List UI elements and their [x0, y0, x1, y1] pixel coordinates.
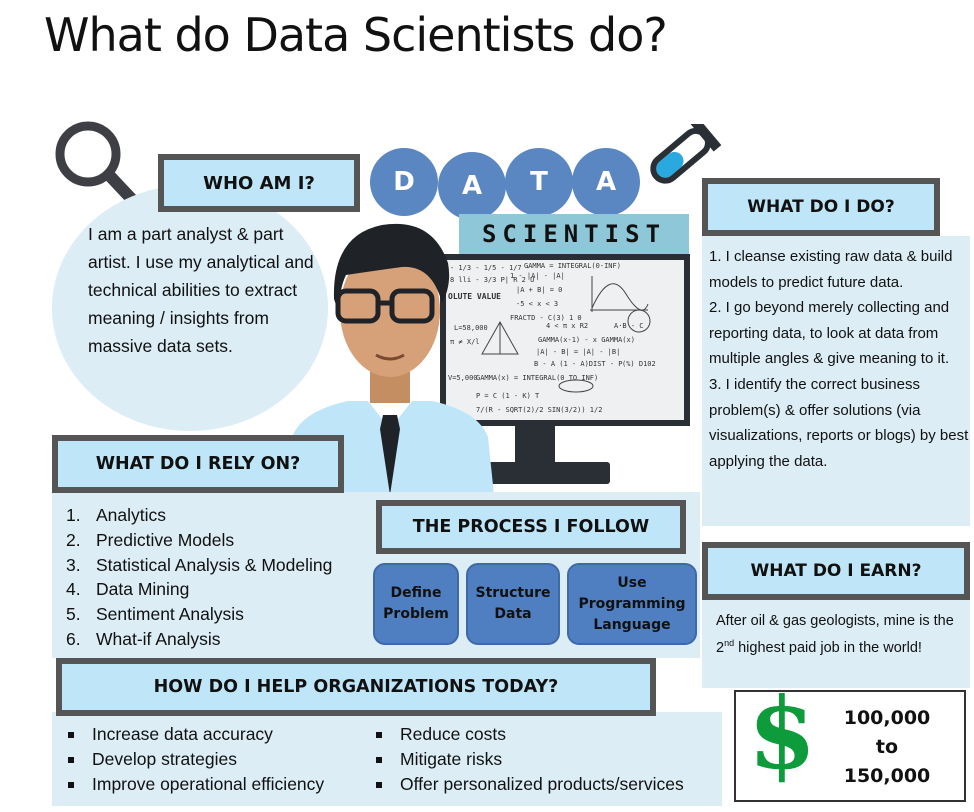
list-item: 1. Analytics — [66, 503, 332, 528]
list-number: 6. — [66, 628, 81, 649]
list-number: 1. — [66, 505, 81, 525]
banner-letter-a: A — [438, 152, 506, 220]
list-number: 4. — [66, 579, 81, 600]
who-heading-box: WHO AM I? — [158, 154, 360, 212]
list-label: Improve operational efficiency — [92, 774, 325, 794]
board-text: 4 < π x R2 — [546, 322, 589, 330]
earn-text-post: highest paid job in the world! — [734, 639, 922, 656]
process-heading-box: THE PROCESS I FOLLOW — [376, 500, 686, 554]
board-text: -5 < x < 3 — [516, 300, 559, 308]
page-title: What do Data Scientists do? — [44, 8, 668, 62]
do-item: 1. I cleanse existing raw data & build m… — [709, 248, 953, 291]
list-label: Statistical Analysis & Modeling — [96, 554, 333, 575]
do-item: 3. I identify the correct business probl… — [709, 375, 969, 470]
do-list: 1. I cleanse existing raw data & build m… — [709, 244, 969, 474]
rely-heading: WHAT DO I RELY ON? — [58, 441, 338, 487]
list-label: Mitigate risks — [400, 749, 503, 769]
list-label: What-if Analysis — [96, 628, 221, 649]
list-item: Reduce costs — [370, 722, 684, 747]
list-label: Predictive Models — [96, 529, 235, 550]
salary-high: 150,000 — [843, 765, 931, 787]
salary-low: 100,000 — [843, 707, 931, 729]
list-label: Reduce costs — [400, 724, 507, 744]
list-item: Improve operational efficiency — [62, 772, 324, 797]
list-number: 5. — [66, 604, 81, 625]
help-list-right: Reduce costs Mitigate risks Offer person… — [370, 722, 684, 797]
board-text: 1 - |A| - |A| — [510, 272, 565, 280]
earn-sup: nd — [724, 638, 735, 648]
banner-letter-a2: A — [572, 148, 640, 216]
board-text: FRACTD - C(3) 1 0 — [510, 314, 582, 322]
monitor-stand — [515, 426, 555, 466]
list-item: Develop strategies — [62, 747, 324, 772]
banner-letter-d: D — [370, 148, 438, 216]
list-item: 4. Data Mining — [66, 577, 332, 602]
help-heading-box: HOW DO I HELP ORGANIZATIONS TODAY? — [56, 658, 656, 716]
list-label: Develop strategies — [92, 749, 237, 769]
rely-heading-box: WHAT DO I RELY ON? — [52, 435, 344, 493]
list-item: 5. Sentiment Analysis — [66, 602, 332, 627]
list-item: Mitigate risks — [370, 747, 684, 772]
list-label: Increase data accuracy — [92, 724, 273, 744]
board-circle — [627, 309, 651, 333]
earn-heading-box: WHAT DO I EARN? — [702, 542, 970, 600]
earn-heading: WHAT DO I EARN? — [708, 548, 964, 594]
do-heading: WHAT DO I DO? — [708, 184, 934, 230]
board-text: GAMMA(x-1) - x GAMMA(x) — [538, 336, 635, 344]
help-heading: HOW DO I HELP ORGANIZATIONS TODAY? — [62, 664, 650, 710]
process-step-structure: Structure Data — [466, 563, 560, 645]
bullet-icon — [68, 731, 74, 738]
do-heading-box: WHAT DO I DO? — [702, 178, 940, 236]
list-number: 3. — [66, 554, 81, 575]
list-label: Sentiment Analysis — [96, 604, 244, 625]
banner-subtitle: SCIENTIST — [459, 214, 689, 254]
board-text: |A + B| = 0 — [516, 286, 563, 294]
rely-list: 1. Analytics 2. Predictive Models 3. Statis… — [66, 503, 332, 652]
help-list-left: Increase data accuracy Develop strategie… — [62, 722, 324, 797]
bullet-icon — [68, 781, 74, 788]
list-item: 2. Predictive Models — [66, 528, 332, 553]
list-item: 3. Statistical Analysis & Modeling — [66, 553, 332, 578]
board-text: GAMMA = INTEGRAL(0-INF) — [524, 262, 621, 270]
process-step-define: Define Problem — [373, 563, 459, 645]
bullet-icon — [376, 781, 382, 788]
salary-to: to — [875, 736, 899, 758]
dollar-icon: $ — [748, 677, 817, 792]
board-text: |A| - B| = |A| - |B| — [536, 348, 621, 356]
list-label: Analytics — [96, 505, 167, 525]
do-item: 2. I go beyond merely collecting and rep… — [709, 299, 950, 368]
list-label: Data Mining — [96, 579, 190, 600]
list-number: 2. — [66, 529, 81, 550]
bullet-icon — [376, 756, 382, 763]
process-heading: THE PROCESS I FOLLOW — [382, 506, 680, 548]
salary-range: 100,000 to 150,000 — [822, 704, 952, 791]
board-text: (%) D102 — [622, 360, 656, 368]
list-label: Offer personalized products/services — [400, 774, 684, 794]
board-text: B - A (1 - A)DIST - P — [534, 360, 623, 368]
list-item: Increase data accuracy — [62, 722, 324, 747]
who-heading: WHO AM I? — [164, 160, 354, 206]
list-item: 6. What-if Analysis — [66, 627, 332, 652]
banner-letter-t: T — [505, 148, 573, 216]
process-step-programming: Use Programming Language — [567, 563, 697, 645]
list-item: Offer personalized products/services — [370, 772, 684, 797]
bullet-icon — [68, 756, 74, 763]
board-ellipse — [558, 379, 594, 393]
earn-text: After oil & gas geologists, mine is the … — [716, 610, 956, 659]
bullet-icon — [376, 731, 382, 738]
